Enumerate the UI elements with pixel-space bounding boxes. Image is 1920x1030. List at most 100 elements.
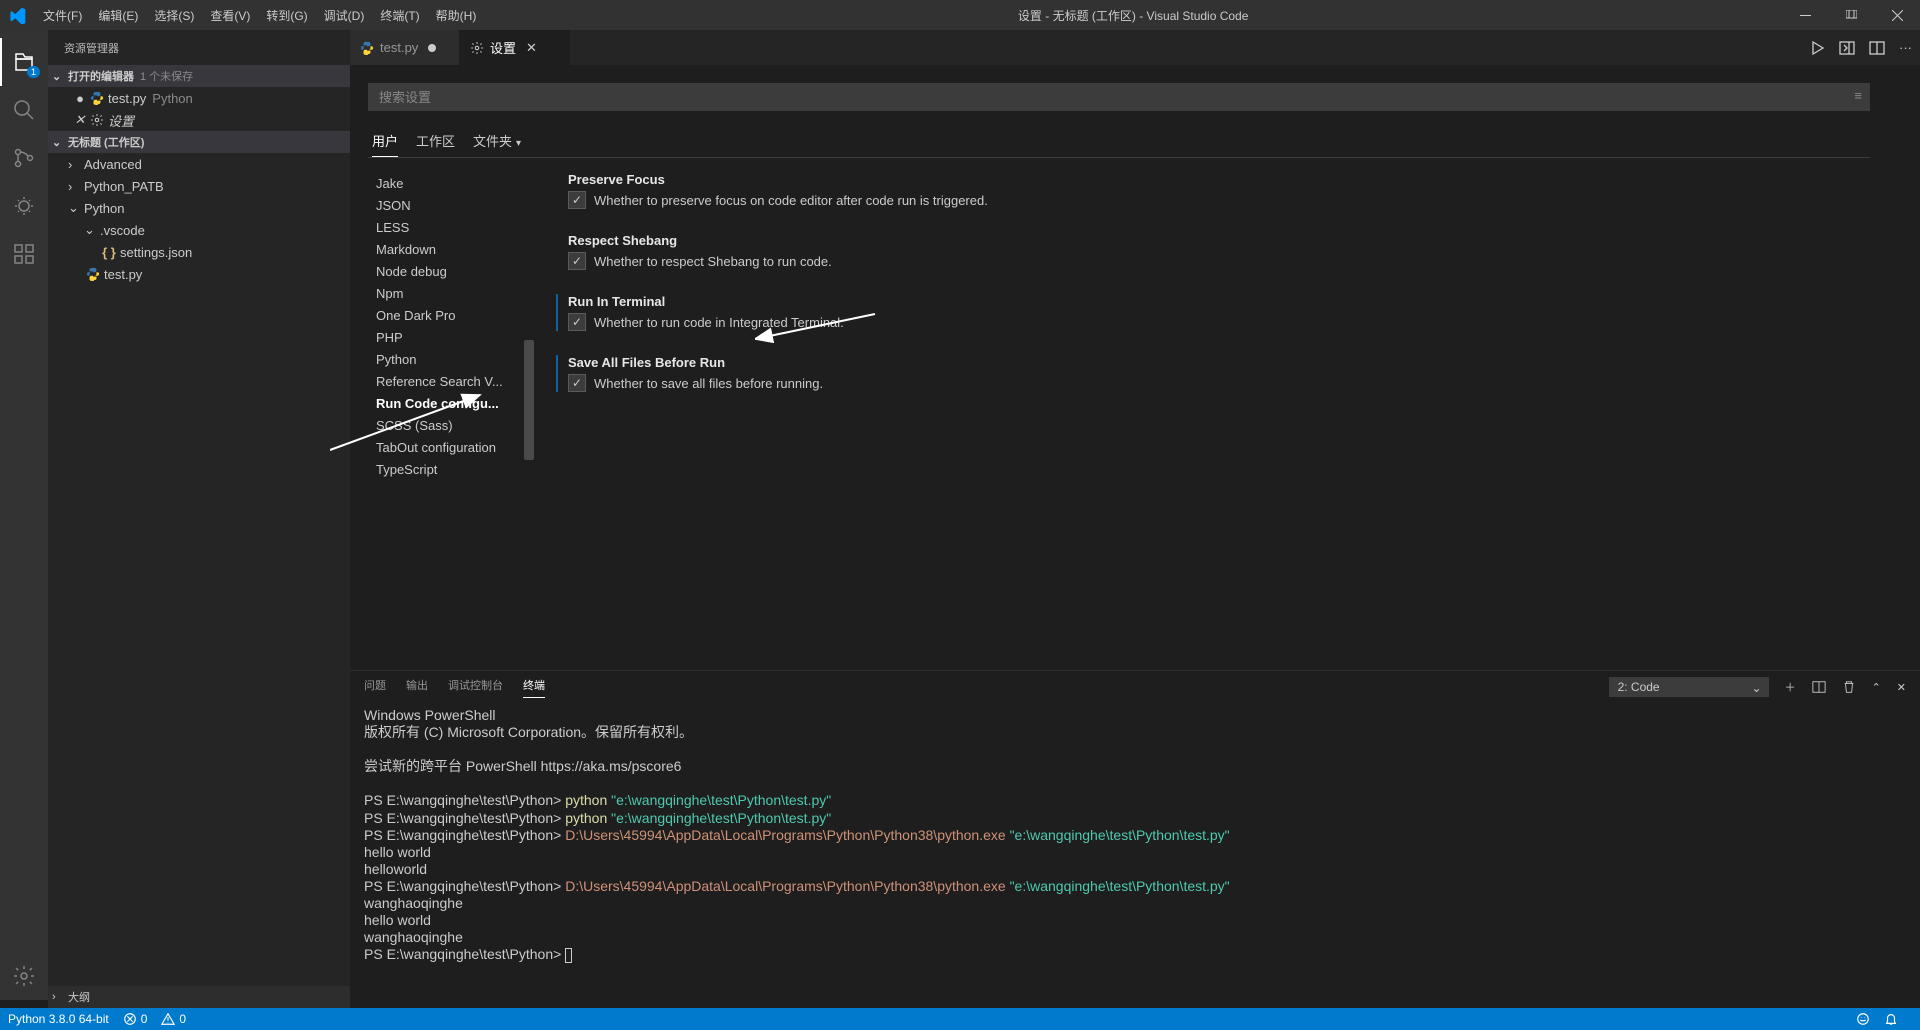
checkbox[interactable]: ✓	[568, 252, 586, 270]
open-editor-item[interactable]: ●test.pyPython	[48, 87, 350, 109]
chevron-up-icon[interactable]: ⌃	[1872, 681, 1881, 694]
menu-item[interactable]: 文件(F)	[35, 7, 90, 24]
tree-item[interactable]: ⌄Python	[48, 197, 350, 219]
maximize-button[interactable]	[1828, 0, 1874, 30]
checkbox[interactable]: ✓	[568, 374, 586, 392]
minimize-button[interactable]	[1782, 0, 1828, 30]
menu-item[interactable]: 选择(S)	[146, 7, 202, 24]
filter-icon[interactable]: ≡	[1854, 88, 1862, 103]
toc-item[interactable]: Python	[376, 348, 528, 370]
editor-tab[interactable]: test.py	[350, 30, 460, 65]
toc-item[interactable]: Jake	[376, 172, 528, 194]
scope-workspace[interactable]: 工作区	[416, 125, 455, 157]
open-editors-label: 打开的编辑器	[68, 68, 134, 84]
split-right-icon[interactable]	[1839, 40, 1855, 56]
python-icon	[84, 267, 102, 281]
run-icon[interactable]	[1809, 40, 1825, 56]
terminal-body[interactable]: Windows PowerShell 版权所有 (C) Microsoft Co…	[350, 703, 1920, 1000]
toc-item[interactable]: SCSS (Sass)	[376, 414, 528, 436]
checkbox[interactable]: ✓	[568, 313, 586, 331]
toc-item[interactable]: TabOut configuration	[376, 436, 528, 458]
search-icon[interactable]	[0, 86, 48, 134]
file-name: test.py	[108, 91, 146, 106]
close-panel-icon[interactable]: ✕	[1897, 681, 1906, 694]
menu-item[interactable]: 查看(V)	[202, 7, 258, 24]
new-terminal-icon[interactable]: ＋	[1785, 679, 1796, 695]
tree-item[interactable]: { }settings.json	[48, 241, 350, 263]
checkbox[interactable]: ✓	[568, 191, 586, 209]
status-python[interactable]: Python 3.8.0 64-bit	[8, 1012, 109, 1026]
settings-search-input[interactable]	[368, 83, 1870, 111]
toc-item[interactable]: Reference Search V...	[376, 370, 528, 392]
unsaved-count: 1 个未保存	[140, 68, 193, 84]
toc-item[interactable]: PHP	[376, 326, 528, 348]
status-bell-icon[interactable]	[1884, 1012, 1898, 1026]
menu-item[interactable]: 终端(T)	[372, 7, 427, 24]
panel-tab[interactable]: 问题	[364, 677, 386, 698]
tab-icon	[360, 41, 374, 55]
settings-list: Preserve Focus✓Whether to preserve focus…	[528, 172, 1870, 670]
split-terminal-icon[interactable]	[1812, 680, 1826, 694]
source-control-icon[interactable]	[0, 134, 48, 182]
toc-item[interactable]: Markdown	[376, 238, 528, 260]
chevron-down-icon: ▾	[516, 138, 521, 149]
vscode-logo-icon	[0, 7, 35, 24]
menu-item[interactable]: 转到(G)	[258, 7, 315, 24]
status-bar: Python 3.8.0 64-bit 0 0	[0, 1008, 1920, 1030]
explorer-icon[interactable]: 1	[0, 38, 48, 86]
tree-item[interactable]: ›Advanced	[48, 153, 350, 175]
tree-item[interactable]: test.py	[48, 263, 350, 285]
split-editor-icon[interactable]	[1869, 40, 1885, 56]
status-errors[interactable]: 0	[123, 1012, 148, 1026]
extensions-icon[interactable]	[0, 230, 48, 278]
toc-item[interactable]: Run Code configu...	[376, 392, 528, 414]
close-tab-icon[interactable]: ✕	[526, 40, 537, 56]
terminal-cursor	[565, 948, 572, 963]
status-warnings[interactable]: 0	[161, 1012, 186, 1026]
workspace-label: 无标题 (工作区)	[68, 134, 144, 150]
menu-item[interactable]: 编辑(E)	[90, 7, 146, 24]
trash-icon[interactable]	[1842, 680, 1856, 694]
open-editors-header[interactable]: ⌄ 打开的编辑器 1 个未保存	[48, 65, 350, 87]
settings-toc: JakeJSONLESSMarkdownNode debugNpmOne Dar…	[368, 172, 528, 670]
tree-item-label: Advanced	[84, 157, 142, 172]
panel-tabs: 问题输出调试控制台终端 2: Code ⌄ ＋ ⌃ ✕	[350, 671, 1920, 703]
terminal-selector[interactable]: 2: Code ⌄	[1609, 677, 1769, 697]
toc-item[interactable]: One Dark Pro	[376, 304, 528, 326]
toc-item[interactable]: LESS	[376, 216, 528, 238]
editor-tabs: test.py 设置 ✕ ···	[350, 30, 1920, 65]
toc-item[interactable]: Npm	[376, 282, 528, 304]
settings-gear-icon[interactable]	[0, 952, 48, 1000]
more-icon[interactable]: ···	[1899, 40, 1912, 55]
menu-item[interactable]: 帮助(H)	[428, 7, 485, 24]
scrollbar[interactable]	[524, 340, 534, 460]
open-editor-item[interactable]: ✕设置	[48, 109, 350, 131]
settings-scopes: 用户 工作区 文件夹▾	[368, 125, 1870, 158]
workspace-header[interactable]: ⌄ 无标题 (工作区)	[48, 131, 350, 153]
setting-description: Whether to save all files before running…	[594, 376, 823, 391]
file-path: Python	[152, 91, 192, 106]
outline-header[interactable]: ›大纲	[48, 986, 350, 1008]
menu-item[interactable]: 调试(D)	[316, 7, 373, 24]
panel-tab[interactable]: 终端	[523, 677, 545, 698]
scope-user[interactable]: 用户	[372, 125, 398, 157]
toc-item[interactable]: JSON	[376, 194, 528, 216]
panel-tab[interactable]: 调试控制台	[448, 677, 503, 698]
status-feedback-icon[interactable]	[1856, 1012, 1870, 1026]
file-icon	[88, 113, 106, 127]
tree-item[interactable]: ›Python_PATB	[48, 175, 350, 197]
debug-icon[interactable]	[0, 182, 48, 230]
setting-title: Save All Files Before Run	[568, 355, 1870, 370]
tree-item[interactable]: ⌄.vscode	[48, 219, 350, 241]
toc-item[interactable]: TypeScript	[376, 458, 528, 480]
tab-label: 设置	[490, 38, 516, 57]
scope-folder[interactable]: 文件夹▾	[473, 125, 521, 157]
close-button[interactable]	[1874, 0, 1920, 30]
tree-item-label: test.py	[104, 267, 142, 282]
editor-tab[interactable]: 设置 ✕	[460, 30, 570, 65]
toc-item[interactable]: Node debug	[376, 260, 528, 282]
panel-tab[interactable]: 输出	[406, 677, 428, 698]
setting-title: Respect Shebang	[568, 233, 1870, 248]
setting-item: Run In Terminal✓Whether to run code in I…	[556, 294, 1870, 331]
panel: 问题输出调试控制台终端 2: Code ⌄ ＋ ⌃ ✕ Windows Powe…	[350, 670, 1920, 1000]
